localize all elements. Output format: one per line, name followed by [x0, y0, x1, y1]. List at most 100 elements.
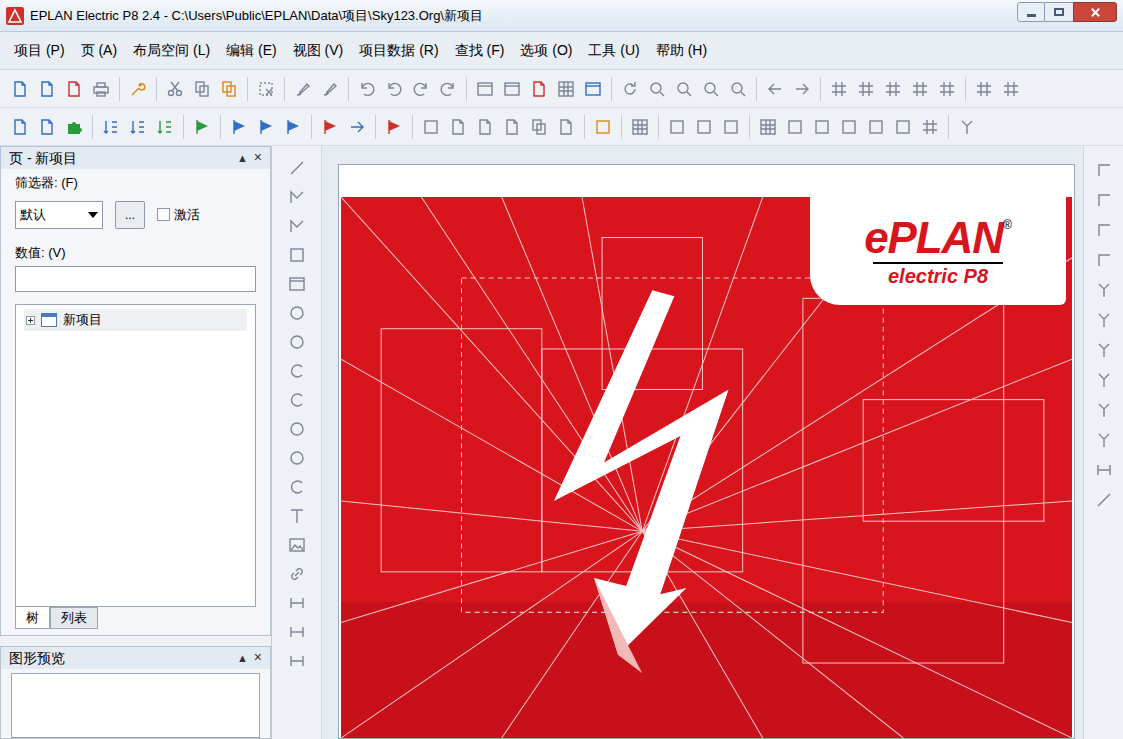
maximize-button[interactable]: [1045, 2, 1073, 22]
minimize-button[interactable]: [1017, 2, 1045, 22]
drawing-tool[interactable]: [285, 359, 309, 383]
menu-item[interactable]: 项目 (P): [14, 40, 65, 61]
drawing-tool[interactable]: [285, 591, 309, 615]
toolbar-button[interactable]: [763, 76, 787, 102]
connection-tool[interactable]: [1092, 278, 1116, 302]
toolbar-button[interactable]: [473, 114, 497, 140]
toolbar-button[interactable]: [554, 114, 578, 140]
toolbar-button[interactable]: [419, 114, 443, 140]
value-input[interactable]: [15, 266, 256, 292]
menu-item[interactable]: 视图 (V): [293, 40, 344, 61]
toolbar-button[interactable]: [827, 76, 851, 102]
toolbar-button[interactable]: [318, 114, 342, 140]
toolbar-button[interactable]: [8, 76, 32, 102]
toolbar-button[interactable]: [254, 114, 278, 140]
toolbar-button[interactable]: [227, 114, 251, 140]
toolbar-button[interactable]: [62, 76, 86, 102]
toolbar-button[interactable]: [628, 114, 652, 140]
toolbar-button[interactable]: [190, 114, 214, 140]
toolbar-button[interactable]: [699, 76, 723, 102]
drawing-tool[interactable]: [285, 330, 309, 354]
activate-checkbox[interactable]: 激活: [157, 205, 200, 225]
connection-tool[interactable]: [1092, 308, 1116, 332]
toolbar-button[interactable]: [881, 76, 905, 102]
toolbar-button[interactable]: [783, 114, 807, 140]
toolbar-button[interactable]: [726, 76, 750, 102]
drawing-tool[interactable]: [285, 446, 309, 470]
toolbar-button[interactable]: [719, 114, 743, 140]
toolbar-button[interactable]: [153, 114, 177, 140]
toolbar-button[interactable]: [692, 114, 716, 140]
toolbar-button[interactable]: [99, 114, 123, 140]
drawing-tool[interactable]: [285, 417, 309, 441]
drawing-tool[interactable]: [285, 620, 309, 644]
drawing-tool[interactable]: [285, 243, 309, 267]
drawing-tool[interactable]: [285, 185, 309, 209]
close-button[interactable]: ×: [254, 650, 262, 667]
toolbar-button[interactable]: [291, 76, 315, 102]
toolbar-button[interactable]: [665, 114, 689, 140]
toolbar-button[interactable]: [62, 114, 86, 140]
toolbar-button[interactable]: [382, 76, 406, 102]
drawing-tool[interactable]: [285, 562, 309, 586]
toolbar-button[interactable]: [591, 114, 615, 140]
connection-tool[interactable]: [1092, 458, 1116, 482]
toolbar-button[interactable]: [126, 76, 150, 102]
toolbar-button[interactable]: [355, 76, 379, 102]
drawing-tool[interactable]: [285, 214, 309, 238]
toolbar-button[interactable]: [318, 76, 342, 102]
drawing-tool[interactable]: [285, 156, 309, 180]
connection-tool[interactable]: [1092, 158, 1116, 182]
drawing-tool[interactable]: [285, 533, 309, 557]
toolbar-button[interactable]: [35, 76, 59, 102]
panel-tab[interactable]: 列表: [50, 607, 98, 629]
toolbar-button[interactable]: [500, 76, 524, 102]
toolbar-button[interactable]: [436, 76, 460, 102]
pin-button[interactable]: ▲: [237, 150, 248, 167]
menu-item[interactable]: 帮助 (H): [656, 40, 707, 61]
filter-button[interactable]: ...: [115, 201, 145, 229]
toolbar-button[interactable]: [645, 76, 669, 102]
menu-item[interactable]: 布局空间 (L): [133, 40, 210, 61]
toolbar-button[interactable]: [345, 114, 369, 140]
connection-tool[interactable]: [1092, 248, 1116, 272]
toolbar-button[interactable]: [918, 114, 942, 140]
toolbar-button[interactable]: [382, 114, 406, 140]
drawing-tool[interactable]: [285, 649, 309, 673]
toolbar-button[interactable]: [908, 76, 932, 102]
close-button[interactable]: ×: [254, 150, 262, 167]
tree-item[interactable]: 新项目: [24, 309, 247, 331]
menu-item[interactable]: 查找 (F): [455, 40, 505, 61]
connection-tool[interactable]: [1092, 188, 1116, 212]
menu-item[interactable]: 编辑 (E): [226, 40, 277, 61]
toolbar-button[interactable]: [581, 76, 605, 102]
toolbar-button[interactable]: [446, 114, 470, 140]
toolbar-button[interactable]: [35, 114, 59, 140]
toolbar-button[interactable]: [972, 76, 996, 102]
toolbar-button[interactable]: [864, 114, 888, 140]
drawing-tool[interactable]: [285, 504, 309, 528]
menu-item[interactable]: 页 (A): [81, 40, 118, 61]
menu-item[interactable]: 工具 (U): [588, 40, 639, 61]
toolbar-button[interactable]: [473, 76, 497, 102]
drawing-tool[interactable]: [285, 388, 309, 412]
toolbar-button[interactable]: [190, 76, 214, 102]
toolbar-button[interactable]: [756, 114, 780, 140]
toolbar-button[interactable]: [500, 114, 524, 140]
connection-tool[interactable]: [1092, 338, 1116, 362]
toolbar-button[interactable]: [163, 76, 187, 102]
toolbar-button[interactable]: [955, 114, 979, 140]
connection-tool[interactable]: [1092, 488, 1116, 512]
menu-item[interactable]: 项目数据 (R): [359, 40, 438, 61]
toolbar-button[interactable]: [935, 76, 959, 102]
toolbar-button[interactable]: [8, 114, 32, 140]
toolbar-button[interactable]: [672, 76, 696, 102]
toolbar-button[interactable]: [854, 76, 878, 102]
toolbar-button[interactable]: [281, 114, 305, 140]
toolbar-button[interactable]: [527, 76, 551, 102]
drawing-tool[interactable]: [285, 475, 309, 499]
connection-tool[interactable]: [1092, 428, 1116, 452]
toolbar-button[interactable]: [837, 114, 861, 140]
toolbar-button[interactable]: [891, 114, 915, 140]
toolbar-button[interactable]: [999, 76, 1023, 102]
